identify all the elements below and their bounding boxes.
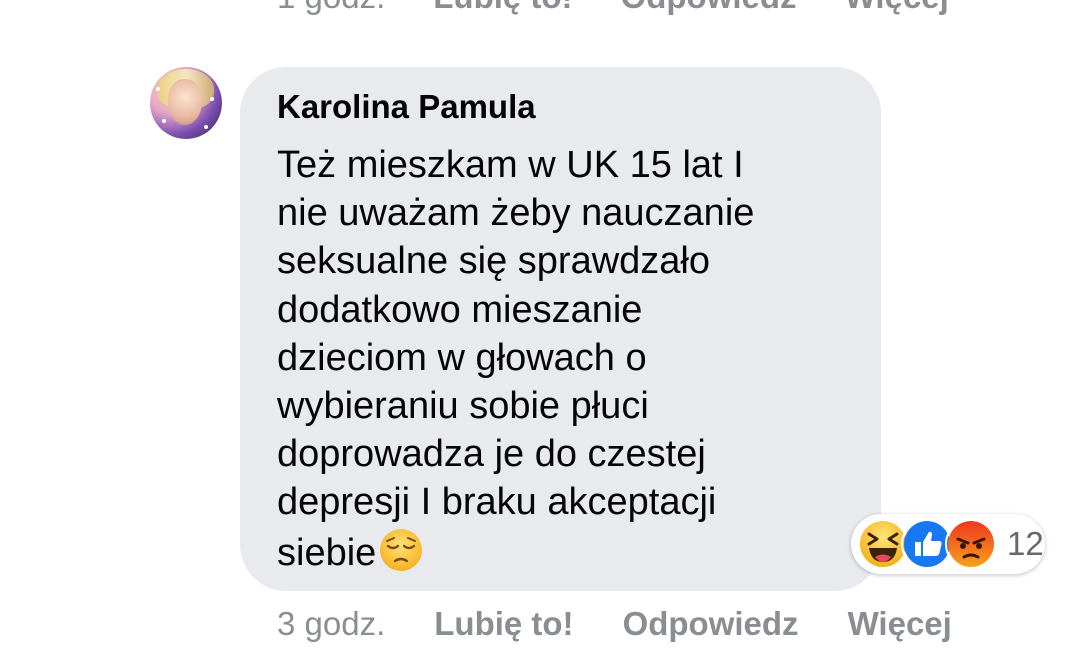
avatar-sparkle xyxy=(162,119,166,123)
comment-text-line: dodatkowo mieszanie xyxy=(277,288,643,331)
previous-reply-button[interactable]: Odpowiedz xyxy=(621,0,797,16)
previous-like-button[interactable]: Lubię to! xyxy=(433,0,572,16)
comment-text-line: wybieraniu sobie płuci xyxy=(277,385,649,428)
comment-text-line: dzieciom w głowach o xyxy=(277,336,647,379)
previous-more-button[interactable]: Więcej xyxy=(845,0,949,16)
avatar-sparkle xyxy=(210,97,214,101)
comment-text-line: nie uważam żeby nauczanie xyxy=(277,192,755,235)
avatar-face xyxy=(168,79,202,125)
reply-button[interactable]: Odpowiedz xyxy=(623,605,799,643)
like-button[interactable]: Lubię to! xyxy=(434,605,573,643)
avatar-sparkle xyxy=(204,125,208,129)
reactions-summary[interactable]: 12 xyxy=(851,514,1045,574)
previous-comment-time: 1 godz. xyxy=(277,0,385,16)
avatar-sparkle xyxy=(156,87,160,91)
comment-text-line: depresji I braku akceptacji xyxy=(277,481,717,524)
comment-text-last-line: siebie xyxy=(277,527,837,577)
comment-actions: 3 godz. Lubię to! Odpowiedz Więcej xyxy=(277,605,1001,643)
comment-text-line: Też mieszkam w UK 15 lat I xyxy=(277,144,744,186)
previous-comment-actions: 1 godz. Lubię to! Odpowiedz Więcej xyxy=(277,0,949,16)
reactions-count: 12 xyxy=(1007,525,1044,562)
comment-text-line: doprowadza je do czestej xyxy=(277,433,706,476)
angry-reaction-icon xyxy=(945,518,997,570)
comment-time[interactable]: 3 godz. xyxy=(277,605,385,643)
comment-text: Też mieszkam w UK 15 lat I nie uważam że… xyxy=(277,141,837,577)
pensive-face-icon xyxy=(380,528,423,571)
more-button[interactable]: Więcej xyxy=(848,605,952,643)
comment-bubble[interactable]: Karolina Pamula Też mieszkam w UK 15 lat… xyxy=(240,67,881,591)
comment-text-line: seksualne się sprawdzało xyxy=(277,240,711,283)
avatar[interactable] xyxy=(150,67,222,139)
comment-author[interactable]: Karolina Pamula xyxy=(277,87,845,127)
comment-text-line: siebie xyxy=(277,531,377,574)
